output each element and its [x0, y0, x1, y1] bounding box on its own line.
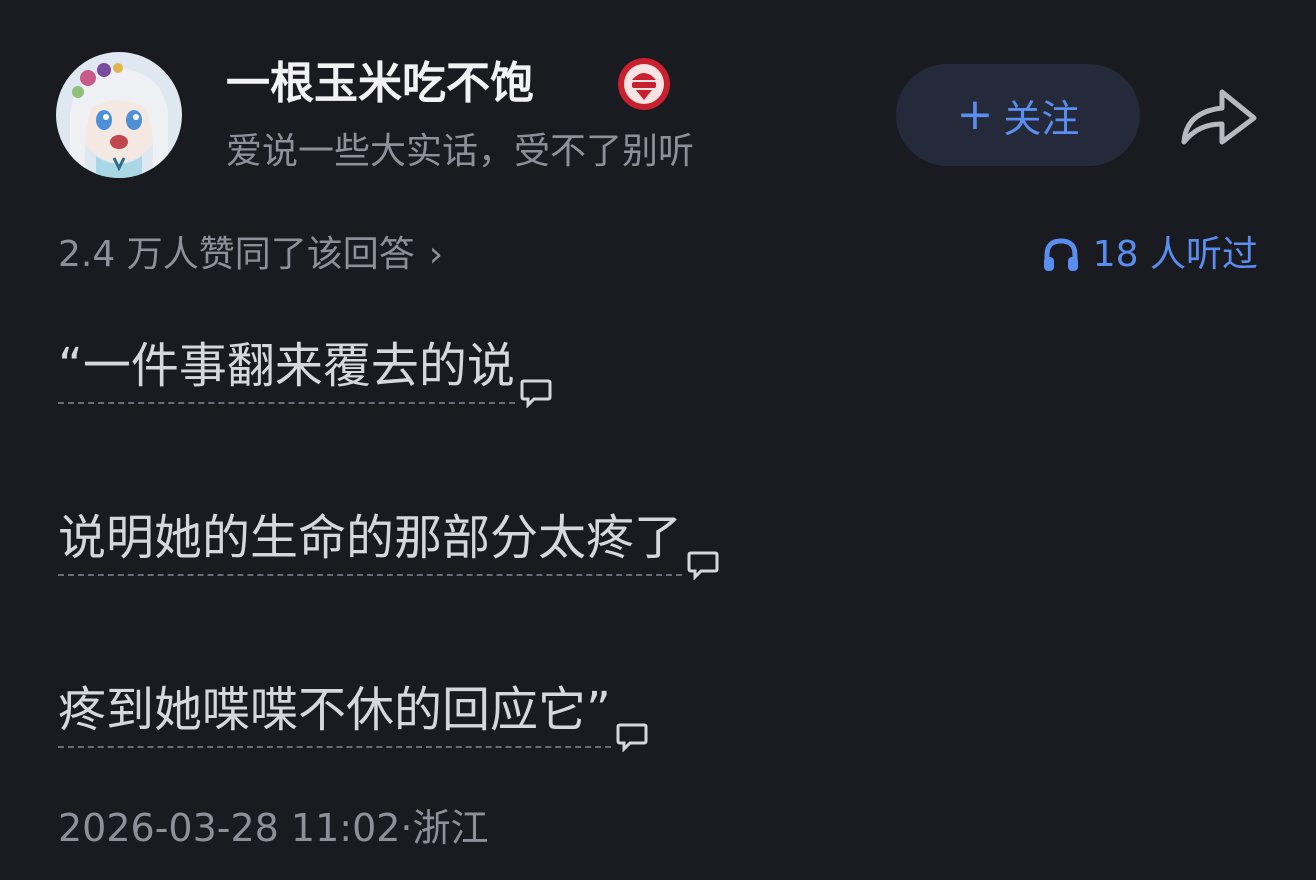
- author-name[interactable]: 一根玉米吃不饱: [226, 54, 534, 114]
- comment-bubble-icon[interactable]: [519, 376, 553, 408]
- comment-bubble-icon[interactable]: [686, 548, 720, 580]
- answer-line-2[interactable]: 说明她的生命的那部分太疼了: [58, 506, 720, 580]
- likes-text: 2.4 万人赞同了该回答: [58, 234, 415, 275]
- share-button[interactable]: [1176, 82, 1262, 150]
- post-date-location: 2026-03-28 11:02·浙江: [58, 806, 489, 850]
- author-bio: 爱说一些大实话，受不了别听: [226, 131, 695, 172]
- headphones-icon: [1043, 238, 1078, 271]
- answer-text: 说明她的生命的那部分太疼了: [58, 506, 683, 576]
- follow-button[interactable]: + 关注: [896, 64, 1140, 166]
- comment-bubble-icon[interactable]: [615, 720, 649, 752]
- answer-line-1[interactable]: “一件事翻来覆去的说: [58, 334, 553, 408]
- answer-text: 疼到她喋喋不休的回应它”: [58, 678, 611, 748]
- answer-line-3[interactable]: 疼到她喋喋不休的回应它”: [58, 678, 649, 752]
- red-badge-icon: [616, 56, 672, 112]
- chevron-right-icon: ›: [428, 234, 444, 275]
- answer-text: “一件事翻来覆去的说: [58, 334, 515, 404]
- listen-text: 18 人听过: [1092, 234, 1258, 275]
- author-avatar[interactable]: [56, 52, 182, 178]
- likes-count-link[interactable]: 2.4 万人赞同了该回答 ›: [58, 228, 443, 282]
- share-arrow-icon: [1181, 89, 1257, 145]
- listen-count[interactable]: 18 人听过: [1041, 228, 1258, 282]
- plus-icon: +: [956, 89, 994, 140]
- follow-label: 关注: [1003, 96, 1080, 141]
